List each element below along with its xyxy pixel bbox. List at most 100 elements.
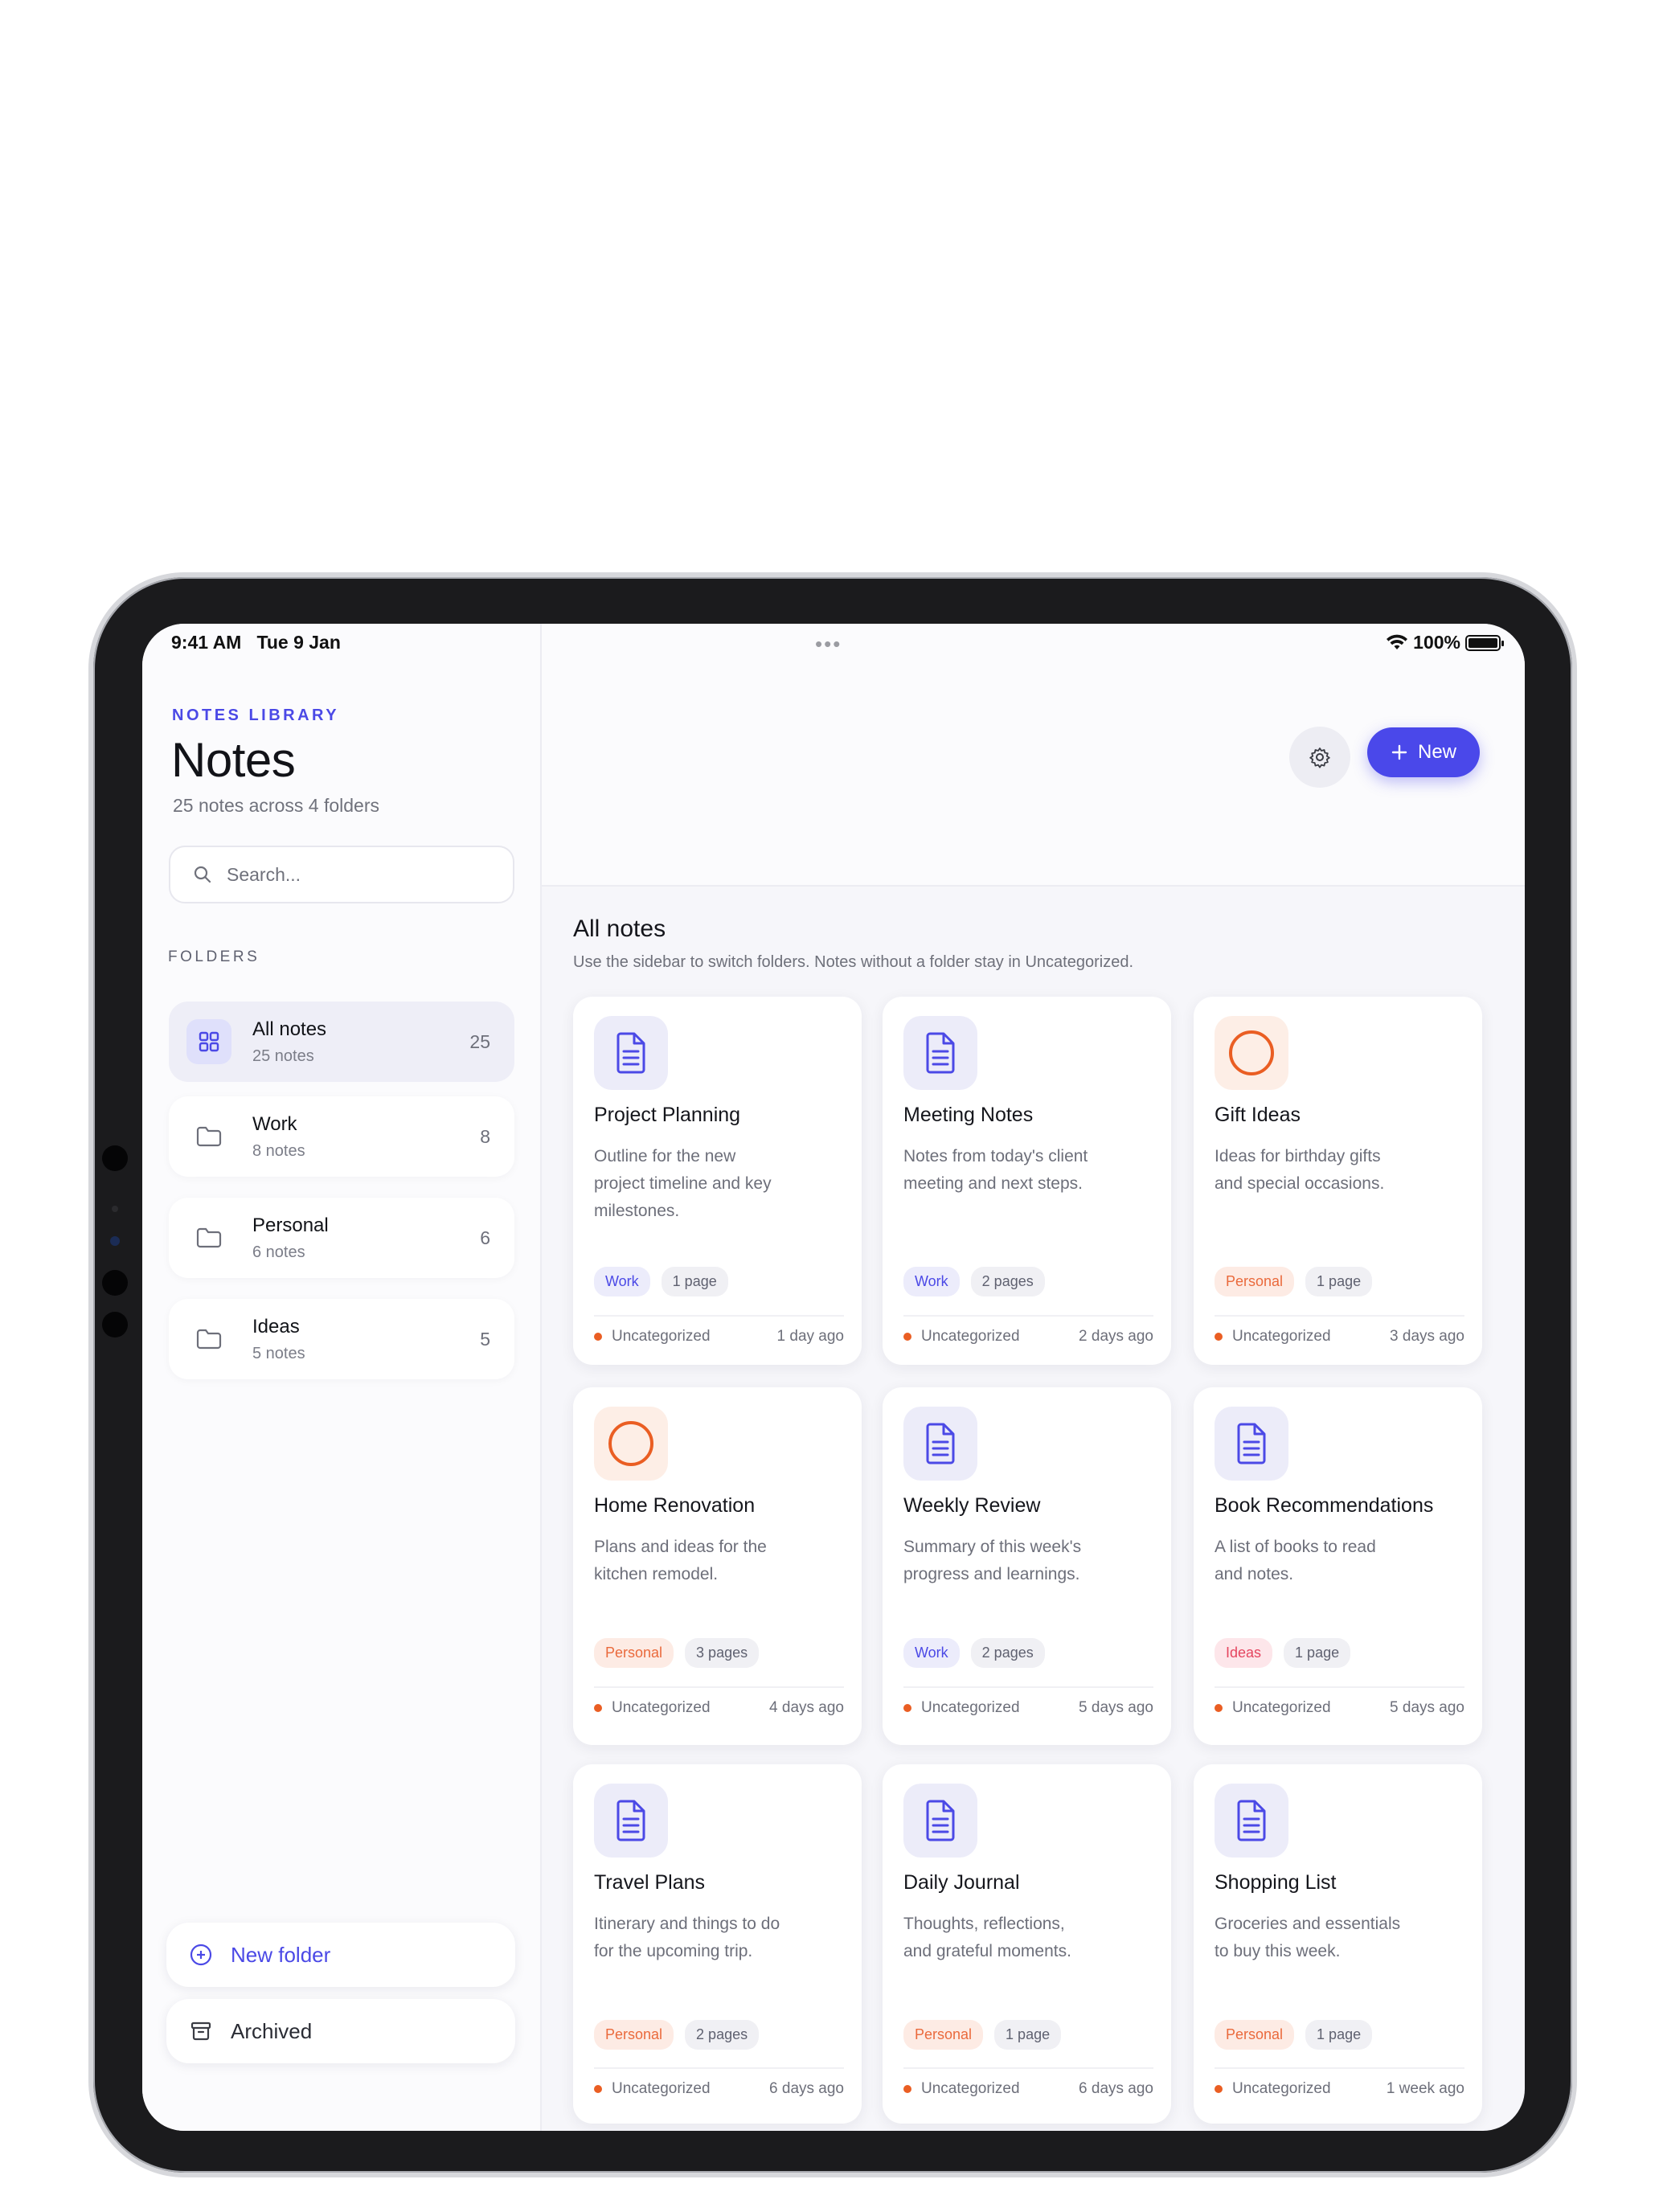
battery-icon [1465,634,1504,651]
folder-tag[interactable]: Personal [1215,2020,1295,2050]
status-bar: 9:41 AM Tue 9 Jan ••• 100% [142,624,1525,664]
status-time: 9:41 AM Tue 9 Jan [171,632,341,653]
document-icon [903,1407,977,1481]
note-description: Notes from today's client meeting and ne… [903,1147,1088,1193]
note-card[interactable]: Weekly Review Summary of this week's prog… [883,1387,1171,1745]
note-description: A list of books to read and notes. [1215,1538,1376,1583]
note-card[interactable]: Home Renovation Plans and ideas for the k… [573,1387,862,1745]
hardware-button [102,1145,128,1171]
note-footer: Uncategorized 1 week ago [1215,2067,1464,2098]
note-footer: Uncategorized 6 days ago [594,2067,844,2098]
search-box[interactable] [169,846,514,903]
note-description: Plans and ideas for the kitchen remodel. [594,1538,767,1583]
status-clock: 9:41 AM [171,632,242,653]
folder-tag[interactable]: Work [594,1267,650,1296]
note-timestamp: 5 days ago [1079,1699,1153,1716]
screen: 9:41 AM Tue 9 Jan ••• 100% NOTES LIBRARY… [142,624,1525,2131]
new-note-button[interactable]: New [1367,727,1480,777]
folder-name: Ideas [252,1315,300,1337]
note-folder-label: Uncategorized [921,1699,1020,1716]
folder-note-count: 5 notes [252,1344,305,1362]
status-dot [1215,2085,1223,2093]
folder-work[interactable]: Work 8 notes 8 [169,1096,514,1177]
folder-tag[interactable]: Ideas [1215,1638,1273,1668]
note-timestamp: 6 days ago [769,2080,844,2097]
battery-percent: 100% [1413,632,1460,653]
search-icon [194,866,211,883]
note-title: Shopping List [1215,1871,1337,1894]
note-description: Thoughts, reflections, and grateful mome… [903,1915,1071,1960]
sidebar: NOTES LIBRARY Notes 25 notes across 4 fo… [142,624,542,2131]
folder-tag[interactable]: Personal [594,1638,674,1668]
note-title: Book Recommendations [1215,1494,1434,1517]
grid-icon [186,1019,231,1064]
note-folder: Uncategorized [903,2080,1020,2098]
page-count-tag: 1 page [1284,1638,1351,1668]
folder-icon [186,1317,231,1362]
section-title: All notes [573,916,666,942]
archived-button[interactable]: Archived [166,1999,515,2063]
folder-tag[interactable]: Personal [903,2020,984,2050]
folder-note-count: 25 notes [252,1047,314,1065]
status-dot [1215,1704,1223,1712]
note-description: Ideas for birthday gifts and special occ… [1215,1147,1385,1193]
note-footer: Uncategorized 4 days ago [594,1686,844,1717]
new-folder-button[interactable]: New folder [166,1923,515,1987]
status-dot [594,1704,602,1712]
note-footer: Uncategorized 2 days ago [903,1315,1153,1346]
note-card[interactable]: Shopping List Groceries and essentials to… [1194,1764,1482,2124]
note-timestamp: 6 days ago [1079,2080,1153,2097]
note-card[interactable]: Meeting Notes Notes from today's client m… [883,997,1171,1365]
folder-icon [186,1215,231,1260]
note-card[interactable]: Daily Journal Thoughts, reflections, and … [883,1764,1171,2124]
note-folder-label: Uncategorized [921,2080,1020,2097]
note-title: Home Renovation [594,1494,756,1517]
note-folder: Uncategorized [903,1328,1020,1346]
note-tags: Work 1 page [594,1267,728,1296]
note-timestamp: 4 days ago [769,1699,844,1716]
folder-tag[interactable]: Work [903,1267,960,1296]
note-card[interactable]: Gift Ideas Ideas for birthday gifts and s… [1194,997,1482,1365]
main-content: New All notes Use the sidebar to switch … [542,624,1525,2131]
new-note-label: New [1417,741,1456,763]
note-tags: Personal 2 pages [594,2020,760,2050]
note-description: Itinerary and things to do for the upcom… [594,1915,780,1960]
note-title: Gift Ideas [1215,1104,1301,1126]
gear-icon [1309,748,1330,768]
circle-icon [594,1407,668,1481]
note-folder: Uncategorized [594,1699,711,1717]
settings-button[interactable] [1289,727,1350,788]
note-folder: Uncategorized [903,1699,1020,1717]
hardware-button [102,1312,128,1337]
folder-tag[interactable]: Personal [1215,1267,1295,1296]
note-folder-label: Uncategorized [1232,1328,1331,1345]
note-tags: Work 2 pages [903,1267,1045,1296]
note-card[interactable]: Travel Plans Itinerary and things to do f… [573,1764,862,2124]
note-folder: Uncategorized [594,2080,711,2098]
library-eyebrow: NOTES LIBRARY [172,707,340,724]
folder-count-badge: 5 [480,1328,490,1350]
wifi-icon [1387,634,1408,649]
folder-all-notes[interactable]: All notes 25 notes 25 [169,1002,514,1082]
status-dot [903,1333,911,1341]
multitasking-dots[interactable]: ••• [815,632,842,657]
folder-tag[interactable]: Personal [594,2020,674,2050]
status-dot [903,2085,911,2093]
folder-name: Personal [252,1214,329,1236]
status-dot [594,1333,602,1341]
document-icon [903,1784,977,1858]
folder-personal[interactable]: Personal 6 notes 6 [169,1198,514,1278]
note-card[interactable]: Book Recommendations A list of books to r… [1194,1387,1482,1745]
folder-ideas[interactable]: Ideas 5 notes 5 [169,1299,514,1379]
note-timestamp: 1 day ago [776,1328,844,1345]
note-folder: Uncategorized [1215,1699,1331,1717]
note-card[interactable]: Project Planning Outline for the new proj… [573,997,862,1365]
folder-tag[interactable]: Work [903,1638,960,1668]
search-input[interactable] [227,863,484,886]
page-count-tag: 1 page [1305,1267,1373,1296]
note-title: Project Planning [594,1104,741,1126]
archive-icon [190,2022,211,2041]
note-tags: Work 2 pages [903,1638,1045,1668]
note-footer: Uncategorized 3 days ago [1215,1315,1464,1346]
page-count-tag: 2 pages [970,1638,1045,1668]
